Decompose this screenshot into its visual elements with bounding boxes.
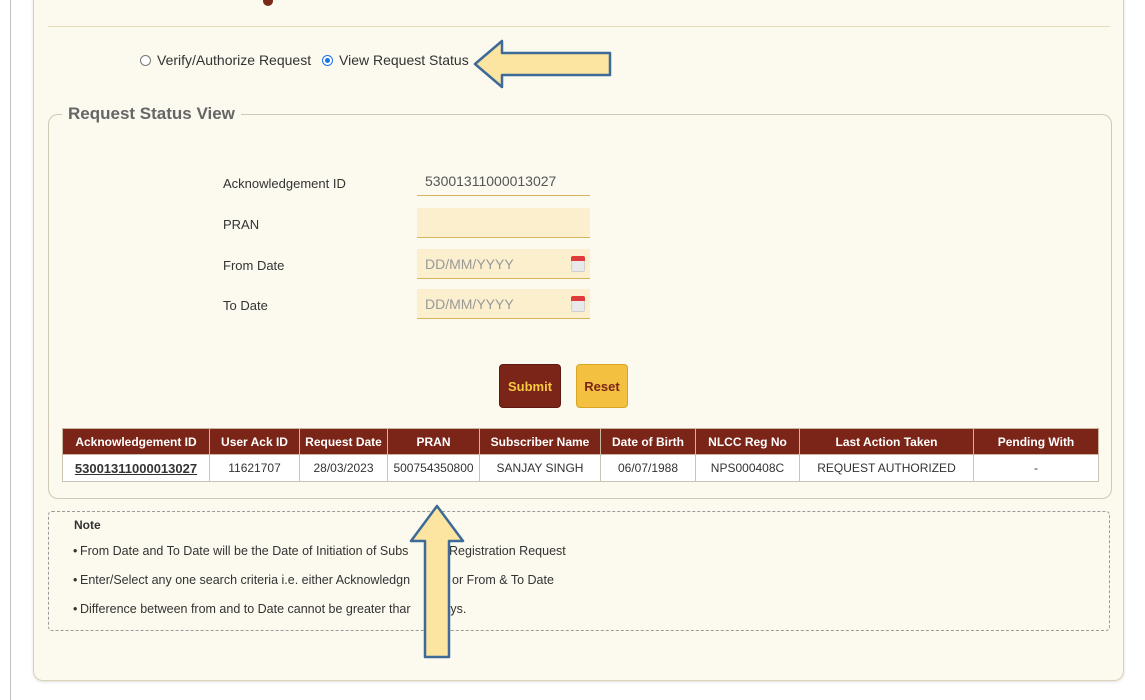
- pran-input[interactable]: [417, 208, 590, 238]
- page-left-border: [10, 0, 11, 700]
- table-row: 53001311000013027 11621707 28/03/2023 50…: [62, 454, 1099, 482]
- submit-button[interactable]: Submit: [499, 364, 561, 408]
- heading-divider: [48, 26, 1110, 27]
- to-date-placeholder: DD/MM/YYYY: [425, 296, 514, 312]
- reset-button[interactable]: Reset: [576, 364, 628, 408]
- cell-request-date: 28/03/2023: [299, 454, 388, 482]
- note-item: From Date and To Date will be the Date o…: [73, 544, 566, 558]
- radio-button-unselected[interactable]: [140, 55, 151, 66]
- col-header-ack-id[interactable]: Acknowledgement ID: [62, 428, 210, 455]
- pran-label: PRAN: [223, 217, 260, 232]
- from-date-input[interactable]: DD/MM/YYYY: [417, 249, 590, 279]
- radio-view-label: View Request Status: [339, 52, 469, 68]
- col-header-dob[interactable]: Date of Birth: [600, 428, 696, 455]
- results-table: Acknowledgement ID User Ack ID Request D…: [62, 428, 1099, 482]
- note-title: Note: [74, 518, 101, 532]
- note-text-part: From Date and To Date will be the Date o…: [80, 544, 409, 558]
- radio-verify-label: Verify/Authorize Request: [157, 52, 312, 68]
- cell-dob: 06/07/1988: [600, 454, 696, 482]
- up-arrow-annotation-icon: [409, 504, 465, 659]
- radio-verify-authorize[interactable]: Verify/Authorize Request: [140, 52, 311, 68]
- section-title: Request Status View: [62, 104, 241, 124]
- ack-id-value: 53001311000013027: [425, 173, 557, 189]
- radio-view-status[interactable]: View Request Status: [322, 52, 469, 68]
- to-date-input[interactable]: DD/MM/YYYY: [417, 289, 590, 319]
- cell-nlcc-reg-no: NPS000408C: [695, 454, 800, 482]
- ack-id-link[interactable]: 53001311000013027: [62, 454, 210, 482]
- col-header-nlcc-reg-no[interactable]: NLCC Reg No: [695, 428, 800, 455]
- col-header-pending-with[interactable]: Pending With: [973, 428, 1099, 455]
- radio-button-selected[interactable]: [322, 55, 333, 66]
- col-header-last-action[interactable]: Last Action Taken: [799, 428, 974, 455]
- from-date-label: From Date: [223, 258, 285, 273]
- calendar-icon[interactable]: [571, 256, 585, 272]
- cell-pending-with: -: [973, 454, 1099, 482]
- col-header-user-ack-id[interactable]: User Ack ID: [209, 428, 300, 455]
- left-arrow-annotation-icon: [473, 39, 612, 89]
- cell-pran: 500754350800: [387, 454, 480, 482]
- cell-user-ack-id: 11621707: [209, 454, 300, 482]
- note-text-part: Difference between from and to Date cann…: [80, 602, 411, 616]
- ack-id-input[interactable]: 53001311000013027: [417, 166, 590, 196]
- ack-id-label: Acknowledgement ID: [223, 176, 346, 191]
- cell-last-action: REQUEST AUTHORIZED: [799, 454, 974, 482]
- from-date-placeholder: DD/MM/YYYY: [425, 256, 514, 272]
- note-item: Enter/Select any one search criteria i.e…: [73, 573, 554, 587]
- col-header-request-date[interactable]: Request Date: [299, 428, 388, 455]
- to-date-label: To Date: [223, 298, 268, 313]
- calendar-icon[interactable]: [571, 296, 585, 312]
- note-text-part: Enter/Select any one search criteria i.e…: [80, 573, 411, 587]
- cell-subscriber-name: SANJAY SINGH: [479, 454, 601, 482]
- col-header-subscriber-name[interactable]: Subscriber Name: [479, 428, 601, 455]
- table-header-row: Acknowledgement ID User Ack ID Request D…: [62, 428, 1099, 455]
- col-header-pran[interactable]: PRAN: [387, 428, 480, 455]
